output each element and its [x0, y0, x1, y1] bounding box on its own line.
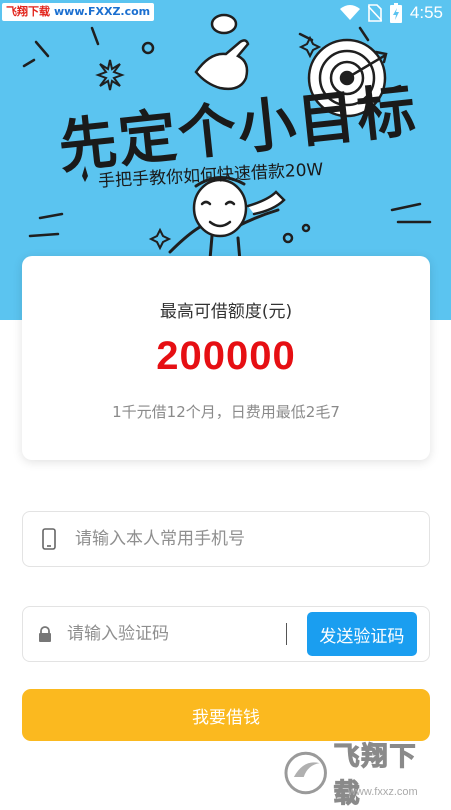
loan-limit-card: 最高可借额度(元) 200000 1千元借12个月，日费用最低2毛7 [22, 256, 430, 460]
phone-field [22, 511, 430, 567]
watermark-url: www.fxxz.com [348, 786, 418, 798]
field-divider [286, 623, 287, 645]
lock-icon [23, 626, 67, 642]
send-code-button[interactable]: 发送验证码 [306, 612, 417, 656]
site-name: 飞翔下载 [6, 5, 50, 18]
loan-limit-amount: 200000 [156, 334, 296, 378]
watermark-logo-icon [284, 751, 327, 795]
site-url: www.FXXZ.com [54, 5, 151, 18]
site-badge: 飞翔下载 www.FXXZ.com [2, 3, 155, 21]
battery-charging-icon [389, 3, 402, 23]
status-bar: 飞翔下载 www.FXXZ.com 4:55 [0, 0, 451, 26]
verification-code-input[interactable] [67, 614, 286, 654]
wifi-icon [339, 5, 360, 20]
watermark-brand: 飞翔下载 [333, 741, 418, 809]
borrow-button[interactable]: 我要借钱 [22, 689, 430, 741]
loan-terms-note: 1千元借12个月，日费用最低2毛7 [112, 403, 340, 421]
status-time: 4:55 [409, 3, 443, 22]
loan-limit-label: 最高可借额度(元) [159, 302, 293, 322]
phone-icon [23, 528, 75, 550]
phone-input[interactable] [75, 519, 429, 559]
verification-code-field: 发送验证码 [22, 606, 430, 662]
no-sim-icon [367, 4, 382, 22]
